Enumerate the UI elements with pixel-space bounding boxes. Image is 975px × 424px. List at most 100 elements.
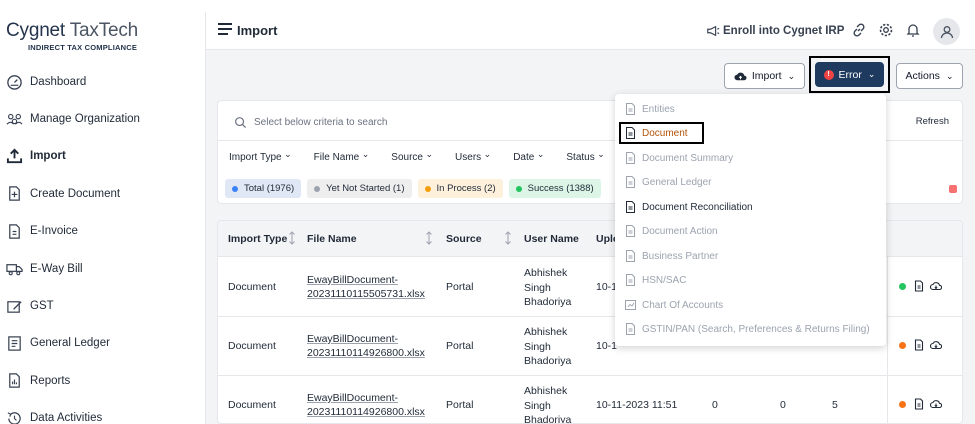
col-import-type[interactable]: Import Type bbox=[228, 233, 287, 245]
sidebar-item-e-way-bill[interactable]: E-Way Bill bbox=[0, 250, 206, 287]
filter-users[interactable]: Users bbox=[455, 152, 491, 163]
file-icon[interactable] bbox=[913, 398, 925, 410]
sidebar-item-label: Manage Organization bbox=[30, 113, 140, 126]
col-file-name[interactable]: File Name bbox=[307, 233, 357, 245]
cell-file-name[interactable]: EwayBillDocument- 20231110114926800.xlsx bbox=[307, 332, 425, 360]
enroll-label: Enroll into Cygnet IRP bbox=[723, 25, 845, 37]
sidebar-item-create-document[interactable]: Create Document bbox=[0, 175, 206, 212]
sidebar-item-gst[interactable]: GST bbox=[0, 287, 206, 324]
document-icon bbox=[626, 250, 635, 262]
sort-icon[interactable] bbox=[504, 231, 512, 245]
sidebar-item-label: E-Invoice bbox=[30, 225, 78, 238]
cell-user-name: Abhishek Singh Bhadoriya bbox=[524, 326, 572, 367]
sort-icon[interactable] bbox=[425, 231, 433, 245]
menu-item-document-reconciliation[interactable]: Document Reconciliation bbox=[625, 197, 753, 217]
error-alert-icon: ! bbox=[823, 69, 834, 80]
document-item-highlight bbox=[619, 122, 704, 144]
user-icon bbox=[940, 25, 953, 38]
col-user-name[interactable]: User Name bbox=[524, 233, 579, 245]
menu-item-chart-of-accounts[interactable]: Chart Of Accounts bbox=[625, 295, 723, 315]
row-actions bbox=[899, 280, 947, 292]
chevron-down-icon: ⌄ bbox=[945, 70, 954, 81]
search-icon bbox=[235, 117, 247, 129]
sidebar-item-data-activities[interactable]: Data Activities bbox=[0, 400, 206, 424]
import-button[interactable]: Import ⌄ bbox=[724, 63, 805, 89]
document-icon bbox=[626, 225, 635, 237]
cell-import-type: Document bbox=[228, 399, 276, 411]
cell-source: Portal bbox=[446, 281, 474, 293]
search-input[interactable]: Select below criteria to search bbox=[234, 116, 387, 129]
row-actions bbox=[899, 398, 947, 410]
menu-item-document-action[interactable]: Document Action bbox=[625, 221, 718, 241]
filter-file-name[interactable]: File Name bbox=[314, 152, 370, 163]
cell-count: 5 bbox=[832, 399, 838, 411]
sidebar-item-dashboard[interactable]: Dashboard bbox=[0, 63, 206, 100]
chart-accounts-icon bbox=[625, 300, 636, 310]
filter-date[interactable]: Date bbox=[513, 152, 544, 163]
cell-import-type: Document bbox=[228, 340, 276, 352]
sidebar-item-general-ledger[interactable]: General Ledger bbox=[0, 325, 206, 362]
error-button-highlight: ! Error ⌄ bbox=[809, 56, 890, 93]
menu-item-gstin-pan[interactable]: GSTIN/PAN (Search, Preferences & Returns… bbox=[625, 319, 870, 339]
document-icon bbox=[626, 274, 635, 286]
import-button-label: Import bbox=[751, 70, 782, 82]
sidebar-item-manage-organization[interactable]: Manage Organization bbox=[0, 100, 206, 137]
dashboard-icon bbox=[7, 75, 22, 90]
menu-item-entities[interactable]: Entities bbox=[625, 99, 675, 119]
menu-item-general-ledger[interactable]: General Ledger bbox=[625, 172, 712, 192]
actions-button[interactable]: Actions ⌄ bbox=[896, 63, 963, 89]
clear-filter-icon[interactable] bbox=[949, 185, 957, 193]
file-icon[interactable] bbox=[913, 339, 925, 351]
filter-status[interactable]: Status bbox=[566, 152, 604, 163]
refresh-button[interactable]: Refresh bbox=[916, 116, 949, 127]
sidebar-item-reports[interactable]: Reports bbox=[0, 362, 206, 399]
user-avatar[interactable] bbox=[933, 18, 960, 45]
truck-icon bbox=[6, 264, 23, 276]
sidebar-item-label: Import bbox=[30, 150, 66, 163]
sidebar-item-label: Create Document bbox=[30, 187, 121, 200]
status-dot bbox=[515, 185, 522, 192]
status-error-dot bbox=[899, 341, 906, 349]
cloud-download-icon[interactable] bbox=[930, 398, 942, 410]
sidebar-item-label: Reports bbox=[30, 374, 71, 387]
menu-item-business-partner[interactable]: Business Partner bbox=[625, 246, 718, 266]
top-header: Import Enroll into Cygnet IRP bbox=[206, 12, 975, 50]
filter-dropdowns: Import Type File Name Source Users Date … bbox=[229, 152, 627, 163]
chip-total[interactable]: Total (1976) bbox=[225, 179, 302, 198]
file-icon[interactable] bbox=[913, 280, 925, 292]
actions-button-label: Actions bbox=[905, 70, 940, 82]
bell-icon[interactable] bbox=[905, 22, 921, 38]
document-icon bbox=[626, 201, 635, 213]
cell-source: Portal bbox=[446, 340, 474, 352]
hamburger-menu-icon[interactable] bbox=[218, 23, 232, 35]
cloud-download-icon[interactable] bbox=[930, 280, 942, 292]
menu-item-hsn-sac[interactable]: HSN/SAC bbox=[625, 270, 686, 290]
link-icon[interactable] bbox=[851, 22, 867, 38]
menu-item-document-summary[interactable]: Document Summary bbox=[625, 148, 733, 168]
error-button[interactable]: ! Error ⌄ bbox=[815, 62, 884, 87]
cell-upload-date: 10-1 bbox=[596, 281, 618, 293]
sidebar-item-e-invoice[interactable]: E-Invoice bbox=[0, 213, 206, 250]
brand-tagline: INDIRECT TAX COMPLIANCE bbox=[28, 43, 138, 52]
chip-success[interactable]: Success (1388) bbox=[508, 179, 601, 198]
sidebar-item-import[interactable]: Import bbox=[0, 138, 206, 175]
brand-logo[interactable]: Cygnet TaxTech INDIRECT TAX COMPLIANCE bbox=[6, 20, 138, 52]
megaphone-icon bbox=[707, 25, 720, 37]
status-error-dot bbox=[899, 400, 906, 408]
gear-icon[interactable] bbox=[878, 22, 894, 38]
cell-file-name[interactable]: EwayBillDocument- 20231110115505731.xlsx bbox=[307, 273, 425, 301]
cell-count: 0 bbox=[780, 399, 786, 411]
gst-icon bbox=[7, 300, 22, 313]
cell-file-name[interactable]: EwayBillDocument- 20231110114926800.xlsx bbox=[307, 391, 425, 419]
sidebar-nav: Dashboard Manage Organization Import Cre… bbox=[0, 63, 206, 424]
filter-source[interactable]: Source bbox=[391, 152, 433, 163]
column-divider bbox=[887, 257, 888, 423]
table-row[interactable]: Document EwayBillDocument- 20231110114926… bbox=[218, 376, 962, 423]
cloud-download-icon[interactable] bbox=[930, 339, 942, 351]
chip-yet-not-started[interactable]: Yet Not Started (1) bbox=[307, 179, 412, 198]
chip-in-process[interactable]: In Process (2) bbox=[417, 179, 503, 198]
enroll-irp-link[interactable]: Enroll into Cygnet IRP bbox=[706, 24, 844, 38]
col-source[interactable]: Source bbox=[446, 233, 482, 245]
filter-import-type[interactable]: Import Type bbox=[229, 152, 292, 163]
sort-icon[interactable] bbox=[288, 231, 296, 245]
